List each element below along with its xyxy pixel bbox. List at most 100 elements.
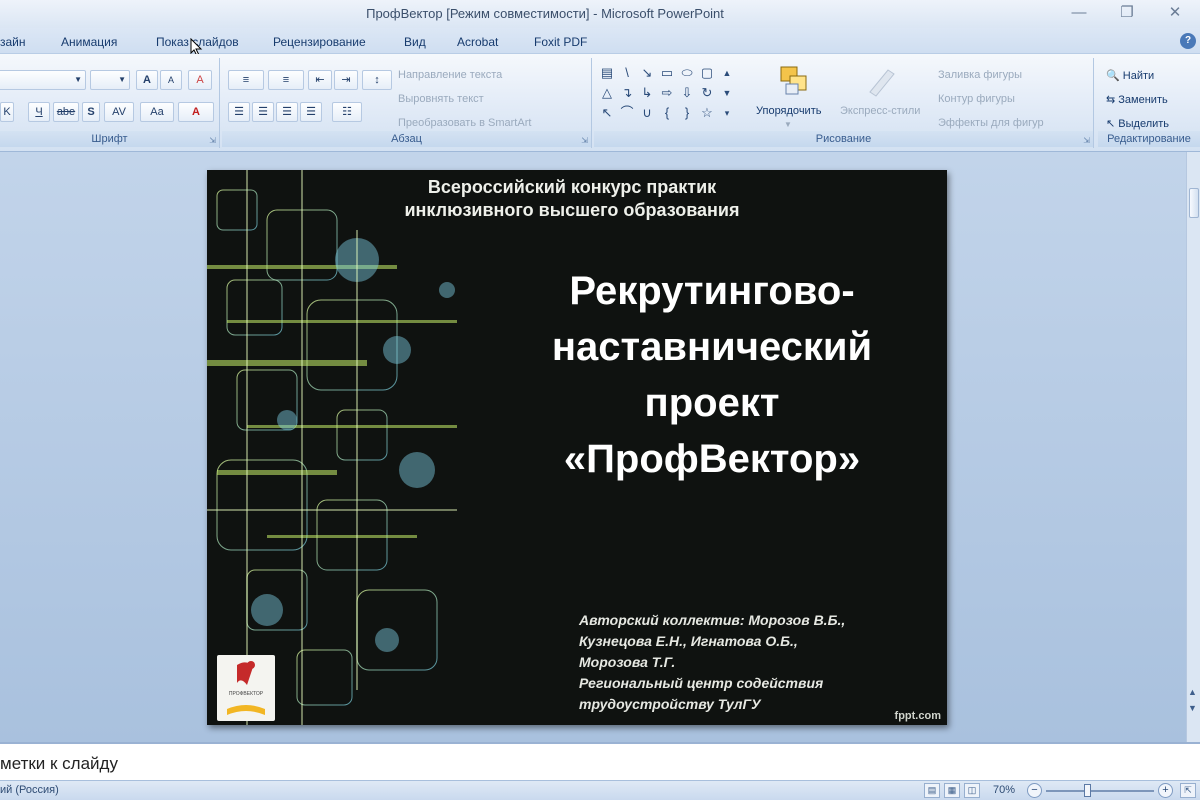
- shape-effects-button[interactable]: Эффекты для фигур: [938, 117, 1044, 129]
- star-shape-icon[interactable]: ☆: [698, 104, 716, 122]
- text-shadow-button[interactable]: S: [82, 102, 100, 122]
- title-line-4: «ПрофВектор»: [563, 437, 861, 481]
- tab-review[interactable]: Рецензирование: [273, 35, 366, 49]
- strikethrough-button[interactable]: abe: [53, 102, 79, 122]
- scrollbar-thumb[interactable]: [1189, 188, 1199, 218]
- logo-text: ПРОФВЕКТОР: [229, 691, 264, 697]
- numbering-button[interactable]: ≡: [268, 70, 304, 90]
- gallery-more-icon[interactable]: ▾: [720, 104, 734, 122]
- justify-button[interactable]: ☰: [300, 102, 322, 122]
- columns-button[interactable]: ☷: [332, 102, 362, 122]
- title-line-3: проект: [644, 381, 780, 425]
- align-center-button[interactable]: ☰: [252, 102, 274, 122]
- restore-icon[interactable]: ❐: [1110, 2, 1144, 24]
- line-spacing-button[interactable]: ↕: [362, 70, 392, 90]
- down-arrow-shape-icon[interactable]: ⇩: [678, 84, 696, 102]
- help-icon[interactable]: ?: [1180, 33, 1196, 49]
- drawing-dialog-launcher-icon[interactable]: ⇲: [1083, 136, 1090, 145]
- rectangle-shape-icon[interactable]: ▭: [658, 64, 676, 82]
- find-label: Найти: [1122, 70, 1155, 82]
- fit-window-icon[interactable]: ⇱: [1180, 783, 1196, 798]
- zoom-slider-knob[interactable]: [1084, 784, 1091, 797]
- tab-design[interactable]: зайн: [0, 35, 26, 49]
- close-icon[interactable]: ✕: [1158, 2, 1192, 24]
- shrink-font-button[interactable]: A: [160, 70, 182, 90]
- slide-subtitle: Всероссийский конкурс практик инклюзивно…: [357, 176, 787, 222]
- freeform-shape-icon[interactable]: ∪: [638, 104, 656, 122]
- line-shape-icon[interactable]: \: [618, 64, 636, 82]
- underline-button[interactable]: Ч: [28, 102, 50, 122]
- vertical-scrollbar[interactable]: ▲ ▼: [1186, 152, 1200, 742]
- italic-button[interactable]: K: [0, 102, 14, 122]
- char-spacing-button[interactable]: AV: [104, 102, 134, 122]
- shape-outline-button[interactable]: Контур фигуры: [938, 93, 1015, 105]
- clear-format-button[interactable]: A: [188, 70, 212, 90]
- shapes-gallery[interactable]: ▤ \ ↘ ▭ ⬭ ▢ △ ↴ ↳ ⇨ ⇩ ↻ ↖ ⌒ ∪ { } ☆ ▲ ▼ …: [598, 64, 736, 124]
- align-text-button[interactable]: Выровнять текст: [398, 93, 484, 105]
- arrange-button[interactable]: Упорядочить: [756, 105, 821, 117]
- align-right-button[interactable]: ☰: [276, 102, 298, 122]
- arrow-line-shape-icon[interactable]: ↘: [638, 64, 656, 82]
- triangle-shape-icon[interactable]: △: [598, 84, 616, 102]
- author-line-1: Авторский коллектив: Морозов В.Б.,: [579, 612, 846, 628]
- circular-arrow-shape-icon[interactable]: ↻: [698, 84, 716, 102]
- notes-placeholder[interactable]: метки к слайду: [0, 754, 118, 774]
- paragraph-dialog-launcher-icon[interactable]: ⇲: [581, 136, 588, 145]
- curve-shape-icon[interactable]: ↖: [598, 104, 616, 122]
- zoom-out-button[interactable]: −: [1027, 783, 1042, 798]
- minimize-icon[interactable]: —: [1062, 2, 1096, 24]
- right-brace-shape-icon[interactable]: }: [678, 104, 696, 122]
- zoom-in-button[interactable]: +: [1158, 783, 1173, 798]
- slideshow-view-icon[interactable]: ◫: [964, 783, 980, 798]
- gallery-down-icon[interactable]: ▼: [720, 84, 734, 102]
- increase-indent-button[interactable]: ⇥: [334, 70, 358, 90]
- font-name-select[interactable]: ▼: [0, 70, 86, 90]
- elbow-connector-shape-icon[interactable]: ↴: [618, 84, 636, 102]
- arrange-dropdown-icon[interactable]: ▼: [784, 120, 792, 129]
- replace-button[interactable]: ⇆ Заменить: [1106, 93, 1168, 106]
- status-bar: ий (Россия) ▤ ▦ ◫ 70% − + ⇱: [0, 780, 1200, 800]
- right-arrow-shape-icon[interactable]: ⇨: [658, 84, 676, 102]
- zoom-level[interactable]: 70%: [993, 784, 1015, 796]
- align-left-button[interactable]: ☰: [228, 102, 250, 122]
- text-direction-button[interactable]: Направление текста: [398, 69, 502, 81]
- textbox-shape-icon[interactable]: ▤: [598, 64, 616, 82]
- tab-view[interactable]: Вид: [404, 35, 426, 49]
- elbow-arrow-shape-icon[interactable]: ↳: [638, 84, 656, 102]
- left-brace-shape-icon[interactable]: {: [658, 104, 676, 122]
- shape-fill-button[interactable]: Заливка фигуры: [938, 69, 1022, 81]
- replace-label: Заменить: [1118, 94, 1168, 106]
- change-case-button[interactable]: Aa: [140, 102, 174, 122]
- slide-sorter-icon[interactable]: ▦: [944, 783, 960, 798]
- decrease-indent-button[interactable]: ⇤: [308, 70, 332, 90]
- font-dialog-launcher-icon[interactable]: ⇲: [209, 136, 216, 145]
- rounded-rect-shape-icon[interactable]: ▢: [698, 64, 716, 82]
- arrange-icon[interactable]: [778, 64, 812, 98]
- slide-canvas[interactable]: Всероссийский конкурс практик инклюзивно…: [207, 170, 947, 725]
- zoom-slider[interactable]: [1046, 784, 1154, 797]
- select-label: Выделить: [1118, 118, 1170, 130]
- oval-shape-icon[interactable]: ⬭: [678, 64, 696, 82]
- grow-font-button[interactable]: A: [136, 70, 158, 90]
- window-title: ПрофВектор [Режим совместимости] - Micro…: [366, 6, 724, 21]
- convert-smartart-button[interactable]: Преобразовать в SmartArt: [398, 117, 531, 129]
- normal-view-icon[interactable]: ▤: [924, 783, 940, 798]
- author-line-4: Региональный центр содействия: [579, 675, 824, 691]
- bullets-button[interactable]: ≡: [228, 70, 264, 90]
- find-button[interactable]: 🔍 Найти: [1106, 69, 1154, 82]
- gallery-up-icon[interactable]: ▲: [720, 64, 734, 82]
- font-size-select[interactable]: ▼: [90, 70, 130, 90]
- notes-pane[interactable]: метки к слайду: [0, 742, 1200, 780]
- tab-acrobat[interactable]: Acrobat: [457, 35, 498, 49]
- paragraph-group-label: Абзац: [222, 131, 591, 147]
- select-button[interactable]: ↖ Выделить: [1106, 117, 1169, 130]
- previous-slide-icon[interactable]: ▲: [1188, 687, 1197, 697]
- quick-styles-button[interactable]: Экспресс-стили: [840, 105, 920, 117]
- quick-styles-icon[interactable]: [864, 64, 898, 98]
- tab-animation[interactable]: Анимация: [61, 35, 117, 49]
- language-indicator[interactable]: ий (Россия): [0, 784, 59, 796]
- tab-foxit[interactable]: Foxit PDF: [534, 35, 587, 49]
- font-color-button[interactable]: A: [178, 102, 214, 122]
- arc-shape-icon[interactable]: ⌒: [618, 104, 636, 122]
- next-slide-icon[interactable]: ▼: [1188, 703, 1197, 713]
